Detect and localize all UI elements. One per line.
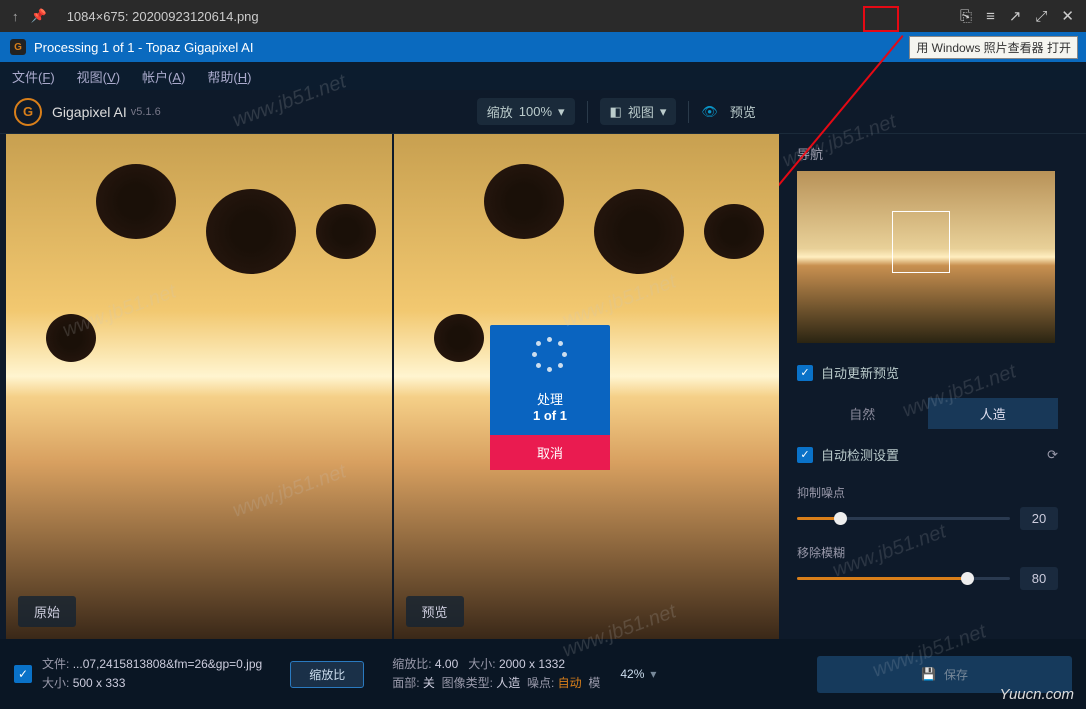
progress-title: 处理	[490, 389, 610, 408]
auto-update-row[interactable]: ✓ 自动更新预览	[797, 357, 1058, 388]
spinner-icon	[490, 325, 610, 385]
original-panel[interactable]: 原始	[6, 134, 392, 639]
menu-view[interactable]: 视图(V)	[77, 67, 120, 86]
view-mode-icon: ◧	[610, 104, 622, 120]
side-panel: 导航 ✓ 自动更新预览 自然 人造 ✓ 自动检测设置 ⟳ 抑制噪点 20	[785, 134, 1070, 639]
checkbox-checked-icon[interactable]: ✓	[797, 447, 813, 463]
menu-account[interactable]: 帐户(A)	[142, 67, 185, 86]
app-version: v5.1.6	[131, 106, 161, 118]
suppress-noise-slider[interactable]	[797, 517, 1010, 520]
remove-blur-value[interactable]: 80	[1020, 567, 1058, 590]
navigator-viewport[interactable]	[892, 211, 950, 273]
progress-count: 1 of 1	[490, 408, 610, 423]
gigapixel-logo-icon: G	[14, 98, 42, 126]
save-icon: 💾	[921, 667, 936, 681]
separator	[688, 101, 689, 123]
share-icon[interactable]: ↗	[1009, 7, 1022, 25]
auto-detect-label: 自动检测设置	[821, 445, 899, 464]
auto-detect-row[interactable]: ✓ 自动检测设置 ⟳	[797, 439, 1058, 470]
image-type-tabs: 自然 人造	[797, 398, 1058, 429]
remove-blur-label: 移除模糊	[797, 544, 1058, 561]
suppress-noise-label: 抑制噪点	[797, 484, 1058, 501]
auto-update-label: 自动更新预览	[821, 363, 899, 382]
progress-modal: 处理 1 of 1 取消	[490, 325, 610, 470]
menu-help[interactable]: 帮助(H)	[207, 67, 251, 86]
eye-icon[interactable]: 👁	[701, 104, 718, 120]
app-logo-icon: G	[10, 39, 26, 55]
close-icon[interactable]: ✕	[1061, 7, 1074, 25]
fullscreen-icon[interactable]: ⤢	[1035, 8, 1047, 25]
pin-icon[interactable]: 📌	[31, 8, 47, 24]
app-title: Processing 1 of 1 - Topaz Gigapixel AI	[34, 40, 253, 55]
output-info: 缩放比: 4.00 大小: 2000 x 1332 面部: 关 图像类型: 人造…	[392, 655, 600, 693]
original-label: 原始	[18, 596, 76, 627]
preview-area: 原始 预览	[0, 134, 785, 639]
menubar: 文件(F) 视图(V) 帐户(A) 帮助(H)	[0, 62, 1086, 90]
zoom-dropdown[interactable]: 缩放 100% ▾	[477, 98, 575, 125]
file-info: 文件: ...07,2415813808&fm=26&gp=0.jpg 大小: …	[42, 655, 262, 693]
watermark-yuucn: Yuucn.com	[1000, 686, 1074, 703]
chevron-down-icon: ▾	[558, 104, 565, 120]
checkbox-checked-icon[interactable]: ✓	[797, 365, 813, 381]
view-dropdown[interactable]: ◧ 视图 ▾	[600, 98, 677, 125]
list-icon[interactable]: ≡	[986, 8, 995, 25]
file-checkbox[interactable]: ✓	[14, 665, 32, 683]
nav-title: 导航	[797, 144, 1058, 163]
open-external-tooltip: 用 Windows 照片查看器 打开	[909, 36, 1078, 59]
bottom-bar: ✓ 文件: ...07,2415813808&fm=26&gp=0.jpg 大小…	[0, 639, 1086, 709]
chevron-down-icon[interactable]: ▾	[650, 667, 656, 681]
remove-blur-group: 移除模糊 80	[797, 544, 1058, 590]
scale-button[interactable]: 缩放比	[290, 661, 364, 688]
preview-label: 预览	[730, 102, 756, 121]
viewer-titlebar: ↑ 📌 1084×675: 20200923120614.png ⎘ ≡ ↗ ⤢…	[0, 0, 1086, 32]
remove-blur-slider[interactable]	[797, 577, 1010, 580]
menu-file[interactable]: 文件(F)	[12, 67, 55, 86]
navigator-thumbnail[interactable]	[797, 171, 1055, 343]
separator	[587, 101, 588, 123]
tab-artificial[interactable]: 人造	[928, 398, 1059, 429]
cancel-button[interactable]: 取消	[490, 435, 610, 470]
upload-icon[interactable]: ↑	[12, 9, 19, 24]
viewer-title: 1084×675: 20200923120614.png	[67, 9, 259, 24]
tab-natural[interactable]: 自然	[797, 398, 928, 429]
app-name: Gigapixel AI	[52, 104, 127, 120]
open-external-icon[interactable]: ⎘	[960, 8, 972, 25]
toolbar: G Gigapixel AI v5.1.6 缩放 100% ▾ ◧ 视图 ▾ 👁…	[0, 90, 1086, 134]
suppress-noise-value[interactable]: 20	[1020, 507, 1058, 530]
preview-label: 预览	[406, 596, 464, 627]
progress-percent: 42%	[620, 667, 644, 681]
refresh-icon[interactable]: ⟳	[1047, 447, 1058, 463]
chevron-down-icon: ▾	[660, 104, 667, 120]
suppress-noise-group: 抑制噪点 20	[797, 484, 1058, 530]
